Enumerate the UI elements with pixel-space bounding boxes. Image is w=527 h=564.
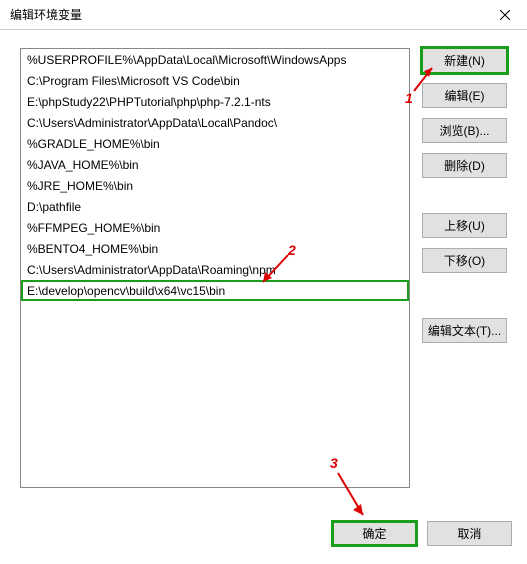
move-down-button[interactable]: 下移(O) — [422, 248, 507, 273]
dialog-footer: 确定 取消 — [332, 521, 512, 546]
edit-text-button[interactable]: 编辑文本(T)... — [422, 318, 507, 343]
move-up-button[interactable]: 上移(U) — [422, 213, 507, 238]
list-item[interactable]: %BENTO4_HOME%\bin — [21, 238, 409, 259]
list-item[interactable]: %FFMPEG_HOME%\bin — [21, 217, 409, 238]
ok-button[interactable]: 确定 — [332, 521, 417, 546]
close-icon — [500, 10, 510, 20]
list-item[interactable]: %JRE_HOME%\bin — [21, 175, 409, 196]
list-item[interactable]: %JAVA_HOME%\bin — [21, 154, 409, 175]
edit-button[interactable]: 编辑(E) — [422, 83, 507, 108]
list-item[interactable]: C:\Users\Administrator\AppData\Local\Pan… — [21, 112, 409, 133]
window-close-button[interactable] — [482, 0, 527, 30]
path-listbox[interactable]: %USERPROFILE%\AppData\Local\Microsoft\Wi… — [20, 48, 410, 488]
cancel-button[interactable]: 取消 — [427, 521, 512, 546]
list-item[interactable]: D:\pathfile — [21, 196, 409, 217]
list-item[interactable]: C:\Users\Administrator\AppData\Roaming\n… — [21, 259, 409, 280]
list-item[interactable]: %GRADLE_HOME%\bin — [21, 133, 409, 154]
new-button[interactable]: 新建(N) — [422, 48, 507, 73]
button-sidebar: 新建(N) 编辑(E) 浏览(B)... 删除(D) 上移(U) 下移(O) 编… — [422, 48, 507, 488]
list-item[interactable]: %USERPROFILE%\AppData\Local\Microsoft\Wi… — [21, 49, 409, 70]
browse-button[interactable]: 浏览(B)... — [422, 118, 507, 143]
list-item[interactable]: E:\phpStudy22\PHPTutorial\php\php-7.2.1-… — [21, 91, 409, 112]
title-bar: 编辑环境变量 — [0, 0, 527, 30]
window-title: 编辑环境变量 — [10, 6, 82, 23]
list-item[interactable]: E:\develop\opencv\build\x64\vc15\bin — [21, 280, 409, 301]
list-item[interactable]: C:\Program Files\Microsoft VS Code\bin — [21, 70, 409, 91]
delete-button[interactable]: 删除(D) — [422, 153, 507, 178]
